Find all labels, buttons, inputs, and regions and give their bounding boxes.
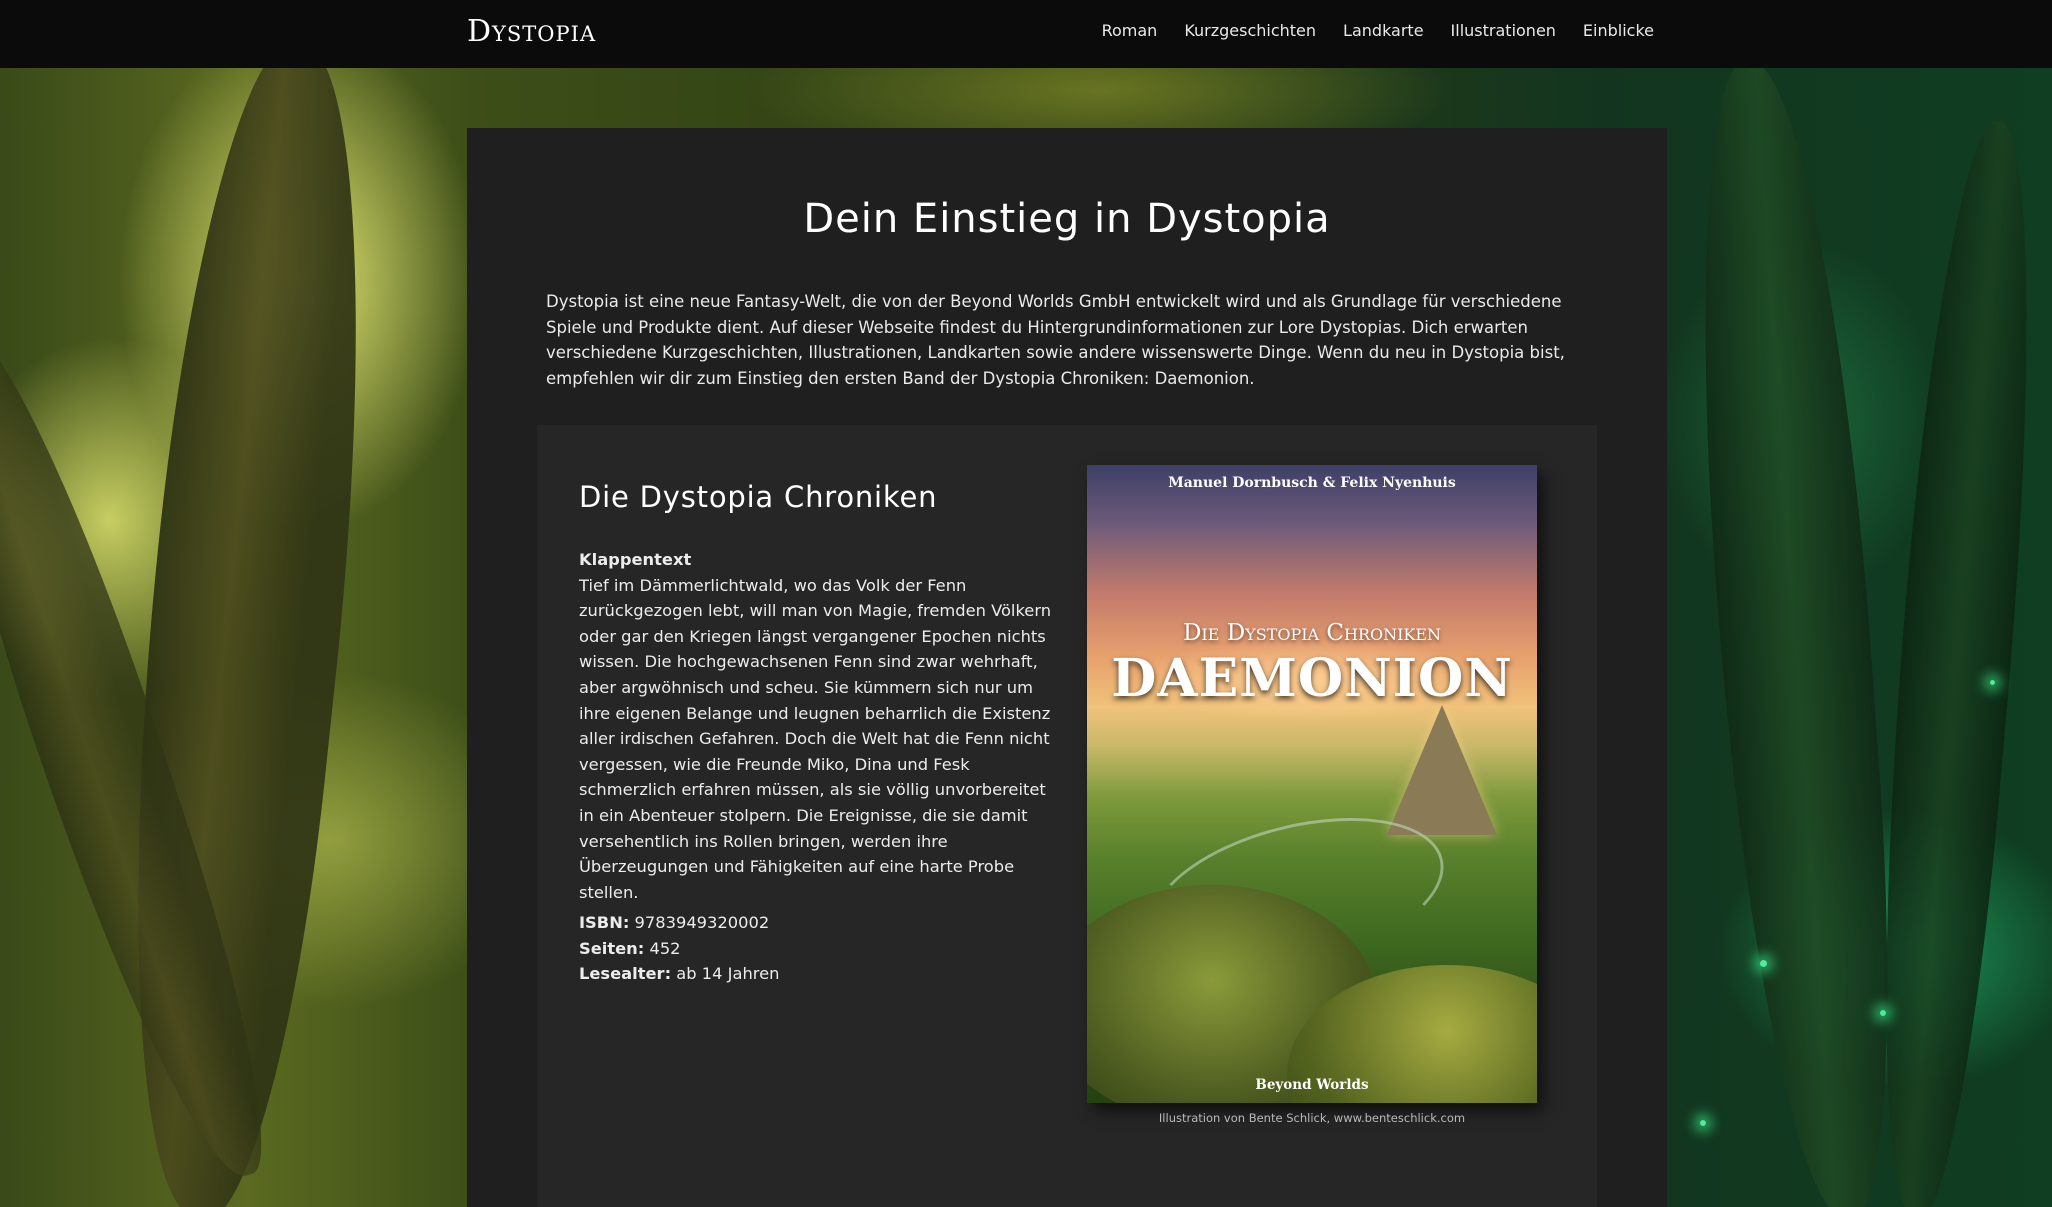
blurb: Klappentext Tief im Dämmerlichtwald, wo … xyxy=(579,547,1063,905)
pages-value: 452 xyxy=(649,938,681,958)
main-nav: Roman Kurzgeschichten Landkarte Illustra… xyxy=(1102,21,1654,40)
tree-trunk xyxy=(1679,56,1911,1207)
cover-mountain xyxy=(1387,705,1497,835)
isbn-value: 9783949320002 xyxy=(634,913,770,932)
age-value: ab 14 Jahren xyxy=(676,964,780,984)
book-card: Die Dystopia Chroniken Klappentext Tief … xyxy=(537,425,1597,1207)
blurb-heading: Klappentext xyxy=(579,550,692,569)
nav-item-illustrationen[interactable]: Illustrationen xyxy=(1451,21,1556,40)
page-title: Dein Einstieg in Dystopia xyxy=(803,196,1331,242)
firefly xyxy=(1990,680,1995,685)
nav-item-einblicke[interactable]: Einblicke xyxy=(1583,21,1654,40)
top-navbar: Dystopia Roman Kurzgeschichten Landkarte… xyxy=(0,0,2052,68)
age-row: Lesealter: ab 14 Jahren xyxy=(579,961,779,987)
firefly xyxy=(1700,1120,1706,1126)
cover-caption: Illustration von Bente Schlick, www.bent… xyxy=(1158,1111,1466,1125)
isbn-row: ISBN: 9783949320002 xyxy=(579,910,779,936)
pages-row: Seiten: 452 xyxy=(579,936,779,962)
book-facts: ISBN: 9783949320002 Seiten: 452 Lesealte… xyxy=(579,910,779,987)
site-logo[interactable]: Dystopia xyxy=(467,14,596,49)
book-series-title: Die Dystopia Chroniken xyxy=(579,480,938,514)
firefly xyxy=(1760,960,1767,967)
firefly xyxy=(1880,1010,1886,1016)
nav-item-kurzgeschichten[interactable]: Kurzgeschichten xyxy=(1184,21,1316,40)
cover-title: DAEMONION xyxy=(1111,648,1513,709)
pages-label: Seiten: xyxy=(579,938,645,958)
isbn-label: ISBN: xyxy=(579,913,630,932)
nav-item-roman[interactable]: Roman xyxy=(1102,21,1158,40)
age-label: Lesealter: xyxy=(579,964,672,984)
blurb-text: Tief im Dämmerlichtwald, wo das Volk der… xyxy=(579,575,1052,902)
cover-authors: Manuel Dornbusch & Felix Nyenhuis xyxy=(1168,475,1456,491)
content-panel: Dein Einstieg in Dystopia Dystopia ist e… xyxy=(467,128,1667,1207)
nav-item-landkarte[interactable]: Landkarte xyxy=(1343,21,1424,40)
intro-paragraph: Dystopia ist eine neue Fantasy-Welt, die… xyxy=(546,292,1565,388)
cover-publisher: Beyond Worlds xyxy=(1255,1077,1369,1093)
cover-series-title: Die Dystopia Chroniken xyxy=(1182,620,1442,646)
book-cover-image[interactable]: Manuel Dornbusch & Felix Nyenhuis Die Dy… xyxy=(1087,465,1537,1103)
